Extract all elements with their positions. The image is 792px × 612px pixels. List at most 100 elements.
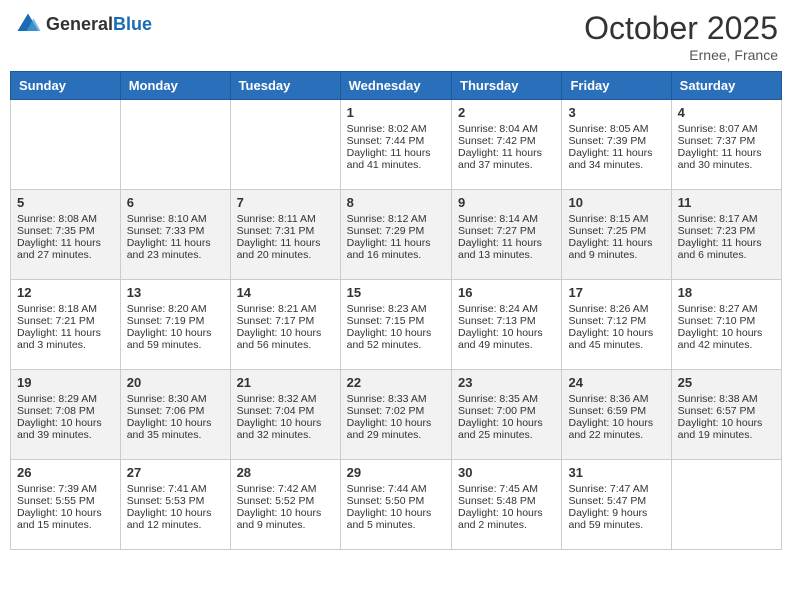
day-info: and 59 minutes. <box>127 339 224 351</box>
weekday-header-tuesday: Tuesday <box>230 72 340 100</box>
day-info: Daylight: 10 hours <box>678 327 775 339</box>
location: Ernee, France <box>584 47 778 63</box>
day-info: and 9 minutes. <box>568 249 664 261</box>
day-info: and 13 minutes. <box>458 249 555 261</box>
calendar-cell: 19Sunrise: 8:29 AMSunset: 7:08 PMDayligh… <box>11 370 121 460</box>
day-info: Daylight: 10 hours <box>458 327 555 339</box>
day-info: Sunrise: 8:07 AM <box>678 123 775 135</box>
day-info: Daylight: 10 hours <box>127 417 224 429</box>
calendar-cell <box>120 100 230 190</box>
day-info: Sunrise: 8:04 AM <box>458 123 555 135</box>
day-info: Daylight: 11 hours <box>458 147 555 159</box>
day-number: 31 <box>568 465 664 480</box>
day-info: Sunset: 5:50 PM <box>347 495 445 507</box>
day-info: Sunrise: 8:02 AM <box>347 123 445 135</box>
calendar-cell: 28Sunrise: 7:42 AMSunset: 5:52 PMDayligh… <box>230 460 340 550</box>
day-info: Daylight: 11 hours <box>678 147 775 159</box>
day-info: Daylight: 10 hours <box>347 327 445 339</box>
day-info: Daylight: 10 hours <box>568 417 664 429</box>
day-info: Sunrise: 8:35 AM <box>458 393 555 405</box>
day-info: Daylight: 10 hours <box>237 507 334 519</box>
weekday-header-monday: Monday <box>120 72 230 100</box>
calendar-cell: 17Sunrise: 8:26 AMSunset: 7:12 PMDayligh… <box>562 280 671 370</box>
day-info: Sunrise: 8:14 AM <box>458 213 555 225</box>
day-info: Daylight: 11 hours <box>237 237 334 249</box>
weekday-header-wednesday: Wednesday <box>340 72 451 100</box>
day-info: Daylight: 11 hours <box>127 237 224 249</box>
day-info: and 27 minutes. <box>17 249 114 261</box>
day-number: 12 <box>17 285 114 300</box>
day-number: 22 <box>347 375 445 390</box>
day-info: Daylight: 11 hours <box>568 147 664 159</box>
day-info: Sunrise: 8:21 AM <box>237 303 334 315</box>
day-info: Sunrise: 8:38 AM <box>678 393 775 405</box>
calendar-cell: 26Sunrise: 7:39 AMSunset: 5:55 PMDayligh… <box>11 460 121 550</box>
day-info: and 41 minutes. <box>347 159 445 171</box>
day-info: Daylight: 11 hours <box>347 237 445 249</box>
day-info: Sunset: 7:17 PM <box>237 315 334 327</box>
day-info: Sunset: 7:27 PM <box>458 225 555 237</box>
day-info: Sunrise: 8:36 AM <box>568 393 664 405</box>
title-area: October 2025 Ernee, France <box>584 10 778 63</box>
day-info: Sunrise: 8:11 AM <box>237 213 334 225</box>
day-info: Daylight: 10 hours <box>127 327 224 339</box>
day-number: 21 <box>237 375 334 390</box>
weekday-header-thursday: Thursday <box>452 72 562 100</box>
day-info: and 42 minutes. <box>678 339 775 351</box>
day-info: Daylight: 10 hours <box>347 507 445 519</box>
day-info: and 56 minutes. <box>237 339 334 351</box>
day-info: and 34 minutes. <box>568 159 664 171</box>
calendar-cell: 11Sunrise: 8:17 AMSunset: 7:23 PMDayligh… <box>671 190 781 280</box>
day-info: Daylight: 10 hours <box>458 507 555 519</box>
day-number: 11 <box>678 195 775 210</box>
day-info: Daylight: 11 hours <box>458 237 555 249</box>
day-info: and 45 minutes. <box>568 339 664 351</box>
day-info: and 39 minutes. <box>17 429 114 441</box>
day-info: Sunset: 5:48 PM <box>458 495 555 507</box>
day-info: Sunrise: 8:18 AM <box>17 303 114 315</box>
day-info: and 20 minutes. <box>237 249 334 261</box>
day-info: Daylight: 11 hours <box>678 237 775 249</box>
day-info: and 37 minutes. <box>458 159 555 171</box>
day-info: Daylight: 11 hours <box>568 237 664 249</box>
day-info: Sunset: 7:04 PM <box>237 405 334 417</box>
calendar-cell: 5Sunrise: 8:08 AMSunset: 7:35 PMDaylight… <box>11 190 121 280</box>
day-number: 26 <box>17 465 114 480</box>
day-info: Sunrise: 8:29 AM <box>17 393 114 405</box>
day-info: Sunset: 7:23 PM <box>678 225 775 237</box>
day-info: Sunrise: 8:32 AM <box>237 393 334 405</box>
day-info: Sunrise: 8:15 AM <box>568 213 664 225</box>
day-info: Daylight: 11 hours <box>17 327 114 339</box>
day-info: Sunset: 7:21 PM <box>17 315 114 327</box>
calendar-cell: 3Sunrise: 8:05 AMSunset: 7:39 PMDaylight… <box>562 100 671 190</box>
day-info: Sunrise: 8:24 AM <box>458 303 555 315</box>
calendar-cell: 15Sunrise: 8:23 AMSunset: 7:15 PMDayligh… <box>340 280 451 370</box>
day-info: Sunrise: 8:12 AM <box>347 213 445 225</box>
day-info: Sunrise: 8:27 AM <box>678 303 775 315</box>
calendar-cell <box>230 100 340 190</box>
calendar-cell <box>11 100 121 190</box>
calendar-cell: 16Sunrise: 8:24 AMSunset: 7:13 PMDayligh… <box>452 280 562 370</box>
day-number: 29 <box>347 465 445 480</box>
calendar-week-row: 26Sunrise: 7:39 AMSunset: 5:55 PMDayligh… <box>11 460 782 550</box>
calendar-cell: 1Sunrise: 8:02 AMSunset: 7:44 PMDaylight… <box>340 100 451 190</box>
day-info: Sunset: 7:44 PM <box>347 135 445 147</box>
day-info: Sunset: 7:08 PM <box>17 405 114 417</box>
calendar-cell: 13Sunrise: 8:20 AMSunset: 7:19 PMDayligh… <box>120 280 230 370</box>
day-info: and 9 minutes. <box>237 519 334 531</box>
weekday-header-sunday: Sunday <box>11 72 121 100</box>
day-info: and 19 minutes. <box>678 429 775 441</box>
day-info: and 2 minutes. <box>458 519 555 531</box>
day-info: and 23 minutes. <box>127 249 224 261</box>
day-info: and 5 minutes. <box>347 519 445 531</box>
day-number: 1 <box>347 105 445 120</box>
day-number: 9 <box>458 195 555 210</box>
calendar-cell: 6Sunrise: 8:10 AMSunset: 7:33 PMDaylight… <box>120 190 230 280</box>
calendar-cell: 24Sunrise: 8:36 AMSunset: 6:59 PMDayligh… <box>562 370 671 460</box>
calendar-cell: 7Sunrise: 8:11 AMSunset: 7:31 PMDaylight… <box>230 190 340 280</box>
month-title: October 2025 <box>584 10 778 47</box>
day-info: Sunrise: 8:20 AM <box>127 303 224 315</box>
calendar-week-row: 1 Sunrise: 8:02 AMSunset: 7:44 PM Daylight… <box>11 100 782 190</box>
day-info: Sunset: 7:12 PM <box>568 315 664 327</box>
day-info: Sunrise: 8:30 AM <box>127 393 224 405</box>
